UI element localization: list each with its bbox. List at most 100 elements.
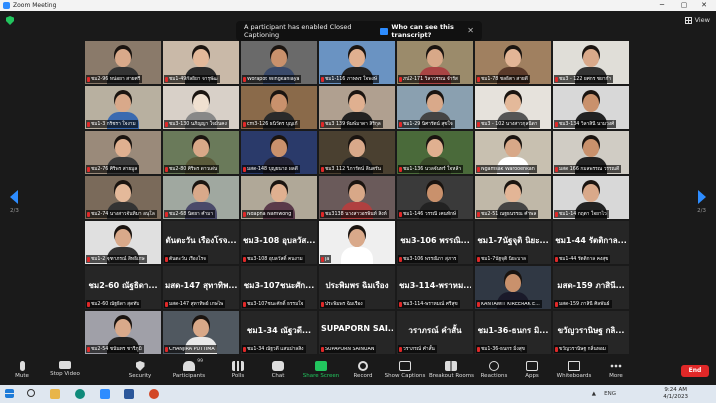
participant-head: [349, 49, 365, 67]
close-button[interactable]: ✕: [694, 0, 714, 11]
participant-tile[interactable]: ประพิมพร ฉิมเรือง ประพิมพร ฉิมเรือง: [319, 266, 395, 309]
participant-tile[interactable]: ชม1-136 นวลจันทร์ ใจหล้า: [397, 131, 473, 174]
participant-tile[interactable]: ชม3 139 พิมพ์มาดา สิริกุล: [319, 86, 395, 129]
participant-name: ชม3-114-พราหมณ์ ศรีสุข: [403, 302, 458, 307]
participant-tile[interactable]: cm3-126 ธนิวัตร บุญเก้: [241, 86, 317, 129]
participant-tile[interactable]: ชม3 - 102 นางสาวกุลนิดา: [475, 86, 551, 129]
participant-tile[interactable]: ชม3-107ชนะศัก... ชม3-107ชนะศักดิ์ ธรรมใจ: [241, 266, 317, 309]
participant-tile[interactable]: มสด-148 บุญยนาถ ผลดี: [241, 131, 317, 174]
participant-tile[interactable]: ชม2-54 ชนันทร ชารีภูมิ: [85, 311, 161, 354]
security-button[interactable]: Security: [118, 361, 162, 379]
participant-name: ขวัญวรานิษฐ กลิ่นหอม: [559, 347, 606, 352]
participant-tile[interactable]: ชม2-51 ณฐธนรรณ คำพล: [475, 176, 551, 219]
participant-tile[interactable]: Ngamsak Warooehkan: [475, 131, 551, 174]
participant-tile[interactable]: ชม2-80 ศิริพร ดาวเด่น: [163, 131, 239, 174]
participant-tile[interactable]: KANTAWIT KIREERAK E...: [475, 266, 551, 309]
participant-tile[interactable]: ชม2-68 นิตยา คำมา: [163, 176, 239, 219]
participant-tile[interactable]: Ndapha Namwong: [241, 176, 317, 219]
participant-name: ชม1-3 กริชรา ใจงาม: [91, 122, 136, 127]
participant-tile[interactable]: ขวัญวรานิษฐ กลิ... ขวัญวรานิษฐ กลิ่นหอม: [553, 311, 629, 354]
breakout-rooms-button[interactable]: Breakout Rooms: [429, 361, 474, 379]
view-label: View: [694, 16, 710, 24]
participant-name-tag: ตันตะวัน เรืองโรจ: [164, 255, 208, 263]
participant-tile[interactable]: ชม1-14 กฤตา ใจยาไว: [553, 176, 629, 219]
participant-tile[interactable]: SUPAPORN SAI... SUPAPORN SAINUAN: [319, 311, 395, 354]
participant-tile[interactable]: ชม3-130 นภิญญา ใจมั่นคง: [163, 86, 239, 129]
participant-tile[interactable]: ชม1-78 ชลธิตา สายดี: [475, 41, 551, 84]
participant-name-tag: KANTAWIT KIREERAK E...: [476, 300, 542, 308]
participant-tile[interactable]: ชม1-7นัฐจุติ นิยะ... ชม1-7นัฐจุติ นิยะบาล: [475, 221, 551, 264]
zoom-taskbar-icon[interactable]: [100, 389, 110, 399]
participant-tile[interactable]: ภป2-171 วิลาวรรณ จำรัส: [397, 41, 473, 84]
polls-button[interactable]: Polls: [216, 361, 260, 379]
end-meeting-button[interactable]: End: [681, 365, 709, 377]
whiteboards-button[interactable]: Whiteboards: [552, 361, 596, 379]
file-explorer-icon[interactable]: [50, 389, 60, 399]
participant-tile[interactable]: ชม3 - 122 ยศกร ชยากำ: [553, 41, 629, 84]
participant-name-tag: cm3-126 ธนิวัตร บุญเก้: [242, 120, 300, 128]
notification-close-button[interactable]: ✕: [467, 26, 474, 35]
participant-name: ชม2-74 นางสาวจันทิมา อนุโล: [91, 212, 155, 217]
participant-tile[interactable]: ชม2-76 ศิริพร สายมูล: [85, 131, 161, 174]
participant-tile[interactable]: ชม3-106 พรรณิ... ชม3-106 พรรณิภา สุภาร: [397, 221, 473, 264]
maximize-button[interactable]: ▢: [674, 0, 694, 11]
muted-mic-icon: [399, 76, 402, 82]
participant-tile[interactable]: ชม2-96 หน่อยา สายศรี: [85, 41, 161, 84]
participant-tile[interactable]: ชม1-146 วรรณี เคนทักษ์: [397, 176, 473, 219]
mute-button[interactable]: Mute: [0, 361, 44, 379]
participant-tile[interactable]: ชม1-44 รัตติกาล... ชม1-44 รัตติกาล คงสุข: [553, 221, 629, 264]
participant-tile[interactable]: ชม3-108 อุบลวัส... ชม3-108 อุบลวัสดิ์ คนง…: [241, 221, 317, 264]
language-indicator[interactable]: ENG: [604, 391, 616, 397]
participant-tile[interactable]: วราภรณ์ คำสั้น วราภรณ์ คำสั้น: [397, 311, 473, 354]
minimize-button[interactable]: ─: [652, 0, 672, 11]
participant-tile[interactable]: ชม2-74 นางสาวจันทิมา อนุโล: [85, 176, 161, 219]
muted-mic-icon: [399, 121, 402, 127]
more-button[interactable]: More: [594, 361, 638, 379]
share-screen-button[interactable]: Share Screen: [299, 361, 343, 379]
muted-mic-icon: [399, 256, 402, 262]
chat-button[interactable]: Chat: [256, 361, 300, 379]
record-button[interactable]: Record: [341, 361, 385, 379]
stop-video-button[interactable]: Stop Video: [43, 361, 87, 377]
participant-tile[interactable]: ชม3-114-พราหม... ชม3-114-พราหมณ์ ศรีสุข: [397, 266, 473, 309]
participant-tile[interactable]: ชม1-116 ภาพพร ใจพงษ์: [319, 41, 395, 84]
tray-overflow-icon[interactable]: ▲: [592, 391, 596, 397]
participant-tile[interactable]: ชม3 112 วิภารัตน์ ลีนตรัน: [319, 131, 395, 174]
participant-name: ชม1-78 ชลธิตา สายดี: [481, 77, 528, 82]
apps-button[interactable]: Apps: [510, 361, 554, 379]
participant-tile[interactable]: ชม1-49กัลยิยา จารุพัฒ: [163, 41, 239, 84]
previous-page-arrow-icon[interactable]: [10, 190, 18, 204]
next-page-arrow-icon[interactable]: [698, 190, 706, 204]
participant-name-tag: ชม1-146 วรรณี เคนทักษ์: [398, 210, 459, 218]
participant-tile[interactable]: ชม1-36-ธนกร มิ... ชม1-36-ธนกร มิ่งสุข: [475, 311, 551, 354]
windows-start-icon[interactable]: [5, 389, 14, 398]
participant-tile[interactable]: CHANJIRA PUTTIMA: [163, 311, 239, 354]
edge-browser-icon[interactable]: [75, 389, 85, 399]
participant-name-tag: ขวัญวรานิษฐ กลิ่นหอม: [554, 345, 608, 353]
participant-tile[interactable]: มสด-159 ภาสินี... มสด-159 ภาสินี ศิลพันธ์: [553, 266, 629, 309]
participants-button[interactable]: 99 Participants: [167, 359, 211, 379]
system-clock[interactable]: 9:24 AM 4/1/2023: [663, 387, 688, 401]
participant-display-name: SUPAPORN SAI...: [321, 324, 393, 333]
participant-tile[interactable]: มสด 166 กมลพรรณ วรรณดี: [553, 131, 629, 174]
view-button[interactable]: View: [684, 15, 710, 25]
search-icon[interactable]: [27, 389, 35, 397]
participant-name: KANTAWIT KIREERAK E...: [481, 301, 540, 307]
participant-tile[interactable]: ชม1-3 กริชรา ใจงาม: [85, 86, 161, 129]
caption-notification: A participant has enabled Closed Caption…: [236, 21, 482, 41]
show-captions-button[interactable]: Show Captions: [383, 361, 427, 379]
participant-tile[interactable]: Worapot Wingkanlaya: [241, 41, 317, 84]
participant-tile[interactable]: ตันตะวัน เรืองโรจ... ตันตะวัน เรืองโรจ: [163, 221, 239, 264]
participant-tile[interactable]: ชม3-134 วิลาสินี นามวงศ์: [553, 86, 629, 129]
participant-body: [341, 247, 373, 264]
word-icon[interactable]: [124, 389, 134, 399]
participant-tile[interactable]: ชม2-60 ณัฐธิดา... ชม2-60 ณัฐธิดา สุดทับ: [85, 266, 161, 309]
participant-tile[interactable]: ชม1-2 จุฑาภรณ์ สิทธิเกษ: [85, 221, 161, 264]
participant-tile[interactable]: ชม1-34 ณัฐวดี... ชม1-34 ณัฐวดี แสนปาลสิง: [241, 311, 317, 354]
participant-tile[interactable]: Ja: [319, 221, 395, 264]
participant-tile[interactable]: มสด-147 สุทาทิพ... มสด-147 สุทาทิพย์ เกษไ…: [163, 266, 239, 309]
powerpoint-icon[interactable]: [149, 389, 159, 399]
muted-mic-icon: [555, 166, 558, 172]
participant-tile[interactable]: ชม1-29 นิศารัตน์ สุขใจ: [397, 86, 473, 129]
participant-tile[interactable]: ชม3138 นางสาวอรพินท์ สิงห์: [319, 176, 395, 219]
